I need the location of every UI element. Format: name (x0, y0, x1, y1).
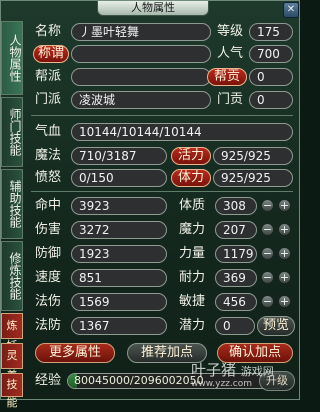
defense-field: 1923 (71, 245, 167, 263)
agility-field: 456 (215, 293, 257, 311)
popularity-field: 700 (249, 45, 293, 63)
constitution-label: 体质 (179, 198, 206, 213)
watermark-line2: 游戏网 (240, 365, 274, 378)
tab-spirit-nurture[interactable]: 灵养 (1, 343, 23, 382)
defense-label: 防御 (35, 246, 62, 261)
strength-label: 力量 (179, 246, 206, 261)
magic-power-label: 魔力 (179, 222, 206, 237)
popularity-label: 人气 (217, 46, 244, 61)
speed-field: 851 (71, 269, 167, 287)
potential-field: 0 (215, 317, 255, 335)
mp-field: 710/3187 (71, 147, 167, 165)
hp-label: 气血 (35, 124, 62, 139)
constitution-field: 308 (215, 197, 257, 215)
divider (31, 115, 293, 116)
mp-label: 魔法 (35, 148, 62, 163)
more-attributes-button[interactable]: 更多属性 (35, 343, 115, 363)
tab-pet-refine[interactable]: 炼妖 (1, 313, 23, 352)
hit-label: 命中 (35, 198, 62, 213)
vitality-field: 925/925 (213, 147, 293, 165)
stamina-button[interactable]: 体力 (171, 169, 211, 187)
tab-cultivation-skills[interactable]: 修炼技能 (1, 241, 23, 311)
school-contribution-label: 门贡 (217, 92, 244, 107)
speed-label: 速度 (35, 270, 62, 285)
strength-field: 1179 (215, 245, 257, 263)
experience-label: 经验 (35, 373, 62, 388)
school-label: 门派 (35, 92, 62, 107)
window-title: 人物属性 (97, 1, 209, 16)
vitality-button[interactable]: 活力 (171, 147, 211, 165)
tab-school-skills[interactable]: 师门技能 (1, 97, 23, 167)
endurance-label: 耐力 (179, 270, 206, 285)
tab-character-attributes[interactable]: 人物属性 (1, 21, 23, 95)
endurance-plus-button[interactable]: + (278, 271, 291, 284)
damage-label: 伤害 (35, 222, 62, 237)
tab-assist-skills[interactable]: 辅助技能 (1, 169, 23, 239)
magic-power-minus-button[interactable]: − (261, 223, 274, 236)
title-button[interactable]: 称谓 (33, 45, 69, 63)
level-label: 等级 (217, 24, 244, 39)
divider (31, 191, 293, 192)
close-icon[interactable]: ✕ (283, 2, 299, 18)
preview-button[interactable]: 预览 (257, 316, 295, 336)
hp-field: 10144/10144/10144 (71, 123, 293, 141)
title-field (71, 45, 211, 63)
school-contribution-field: 0 (249, 91, 293, 109)
magic-defense-field: 1367 (71, 317, 167, 335)
name-label: 名称 (35, 24, 62, 39)
level-field: 175 (249, 23, 293, 41)
magic-defense-label: 法防 (35, 318, 62, 333)
guild-label: 帮派 (35, 69, 62, 84)
site-watermark: 叶子猪 游戏网 www.yzz.com (191, 363, 295, 393)
recommend-points-button[interactable]: 推荐加点 (127, 343, 207, 363)
stamina-field: 925/925 (213, 169, 293, 187)
watermark-line3: www.yzz.com (191, 379, 252, 389)
guild-field (71, 68, 211, 86)
strength-plus-button[interactable]: + (278, 247, 291, 260)
constitution-minus-button[interactable]: − (261, 199, 274, 212)
watermark-line1: 叶子猪 (191, 361, 237, 379)
magic-power-field: 207 (215, 221, 257, 239)
guild-contribution-button[interactable]: 帮贡 (207, 68, 247, 86)
strength-minus-button[interactable]: − (261, 247, 274, 260)
hit-field: 3923 (71, 197, 167, 215)
magic-power-plus-button[interactable]: + (278, 223, 291, 236)
potential-label: 潜力 (179, 318, 206, 333)
agility-label: 敏捷 (179, 294, 206, 309)
constitution-plus-button[interactable]: + (278, 199, 291, 212)
rage-field: 0/150 (71, 169, 167, 187)
school-field: 凌波城 (71, 91, 211, 109)
damage-field: 3272 (71, 221, 167, 239)
confirm-points-button[interactable]: 确认加点 (217, 343, 293, 363)
rage-label: 愤怒 (35, 170, 62, 185)
endurance-field: 369 (215, 269, 257, 287)
agility-plus-button[interactable]: + (278, 295, 291, 308)
character-attributes-window: 人物属性 ✕ 人物属性 师门技能 辅助技能 修炼技能 炼妖 灵养 技能 名称 丿… (0, 0, 300, 409)
name-field: 丿墨叶轻舞 (71, 23, 211, 41)
tab-skills[interactable]: 技能 (1, 373, 23, 409)
agility-minus-button[interactable]: − (261, 295, 274, 308)
guild-contribution-field: 0 (249, 68, 293, 86)
magic-damage-field: 1569 (71, 293, 167, 311)
magic-damage-label: 法伤 (35, 294, 62, 309)
endurance-minus-button[interactable]: − (261, 271, 274, 284)
